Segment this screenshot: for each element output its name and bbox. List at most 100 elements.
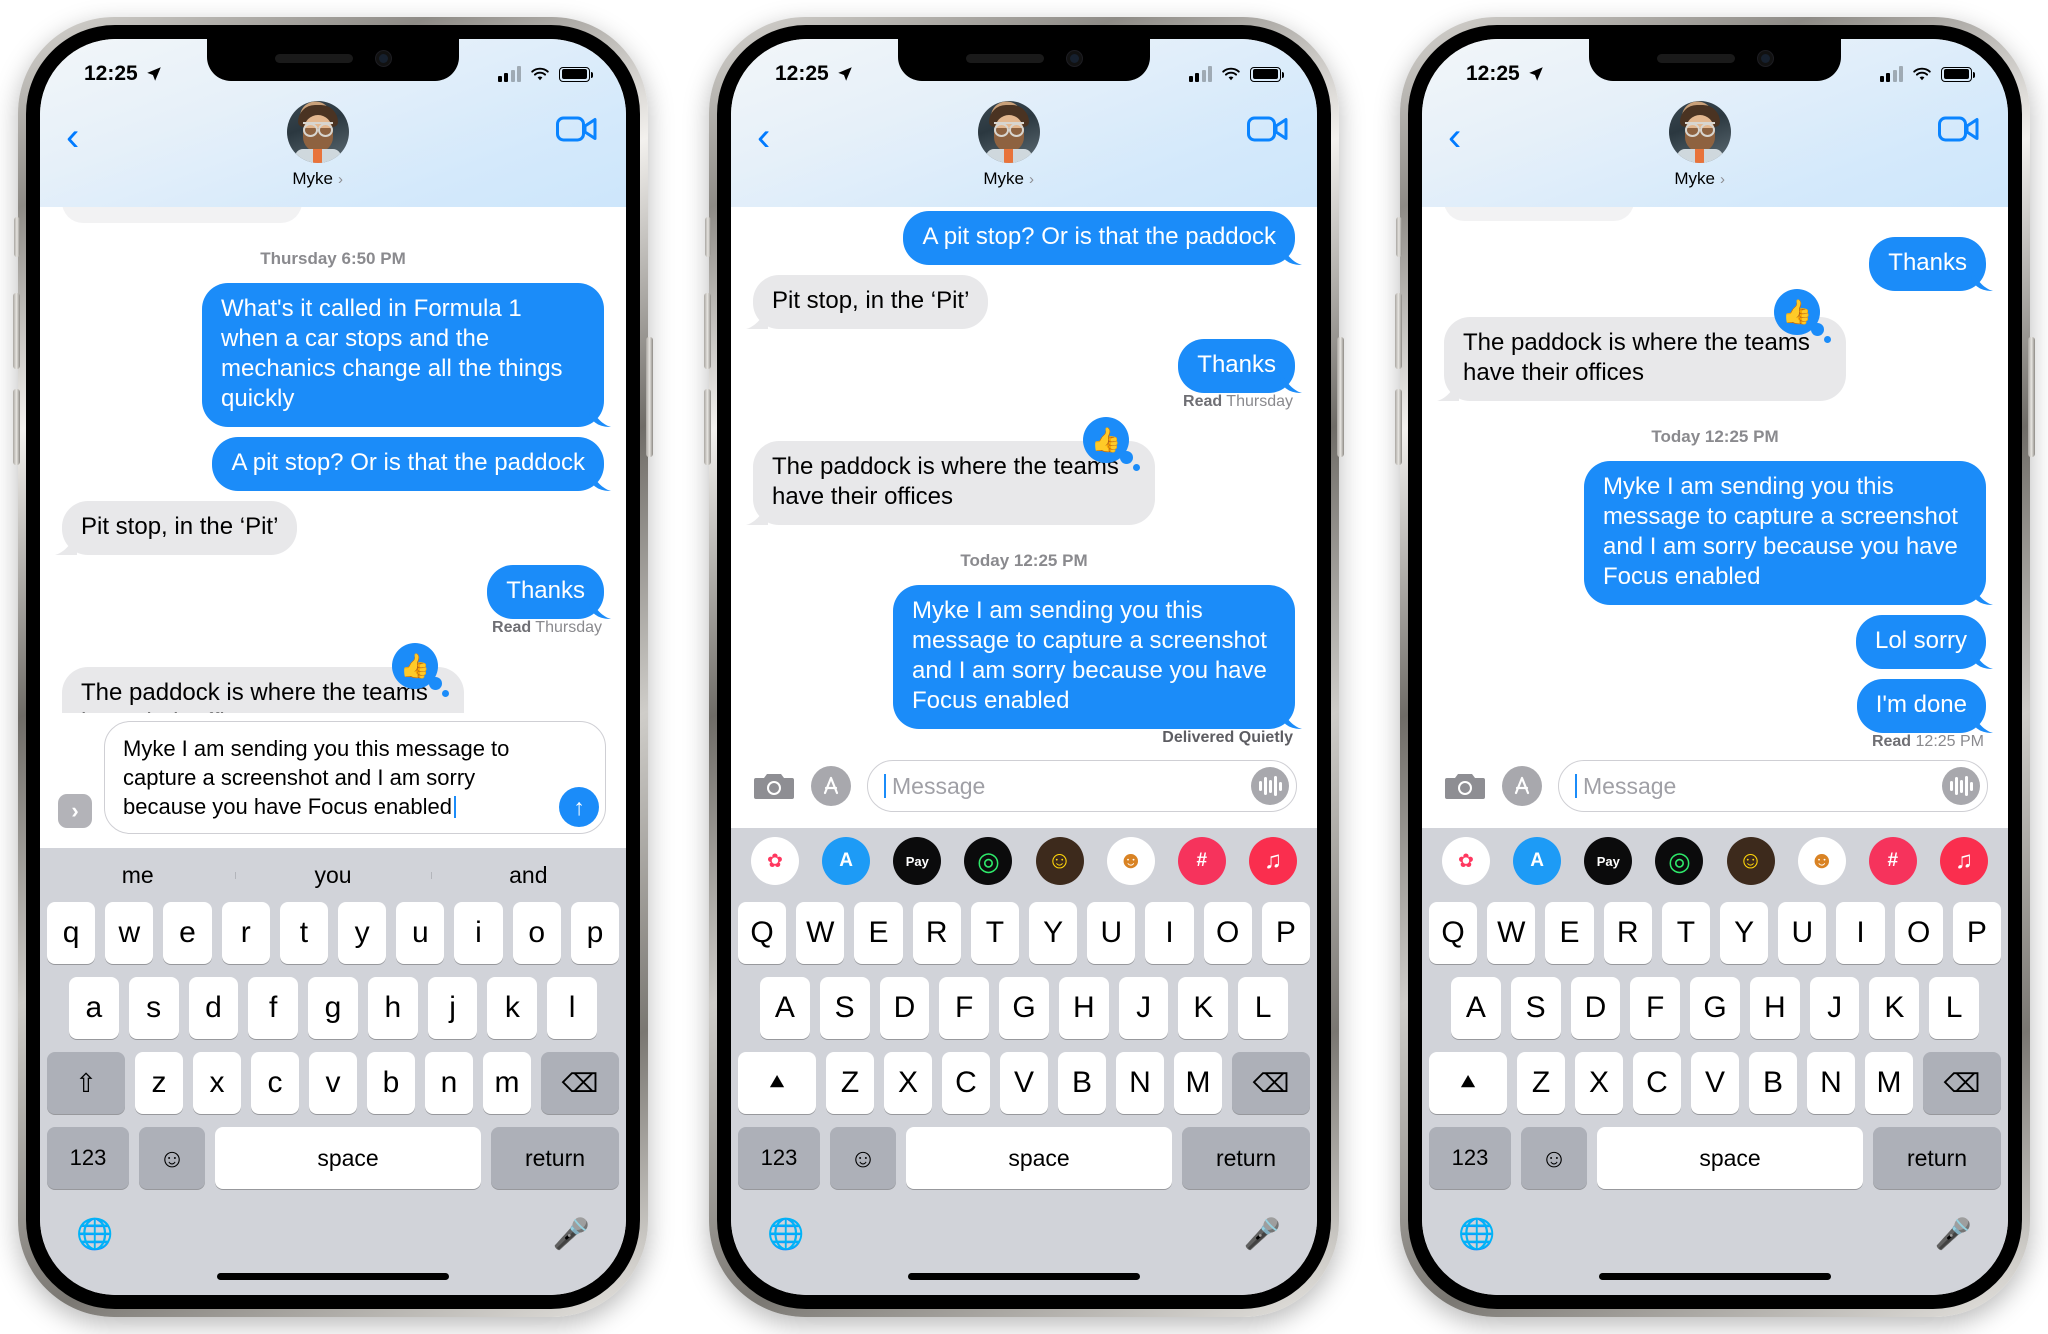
camera-icon[interactable]	[1444, 770, 1486, 802]
delete-backward-key[interactable]: ⌫	[1923, 1052, 2001, 1114]
memoji-stickers-app-icon[interactable]: ☻	[1797, 837, 1846, 885]
emoji-key[interactable]: ☺	[1521, 1127, 1587, 1189]
key-r[interactable]: R	[912, 902, 961, 964]
silent-switch[interactable]	[14, 217, 20, 257]
space-key[interactable]: space	[1597, 1127, 1863, 1189]
key-w[interactable]: W	[796, 902, 845, 964]
key-h[interactable]: H	[1058, 977, 1109, 1039]
home-indicator[interactable]	[908, 1273, 1140, 1280]
key-i[interactable]: i	[454, 902, 503, 964]
key-m[interactable]: M	[1174, 1052, 1222, 1114]
key-y[interactable]: Y	[1720, 902, 1769, 964]
key-a[interactable]: A	[1450, 977, 1501, 1039]
contact-name-row[interactable]: Myke ›	[983, 169, 1034, 189]
key-p[interactable]: P	[1261, 902, 1311, 964]
outgoing-bubble[interactable]: Myke I am sending you this message to ca…	[1584, 461, 1986, 605]
phone-1-conversation[interactable]: Thursday 6:50 PM What's it called in For…	[40, 207, 626, 713]
key-d[interactable]: D	[879, 977, 930, 1039]
globe-icon[interactable]: 🌐	[767, 1217, 804, 1252]
message-row[interactable]: Thanks	[62, 565, 604, 619]
key-z[interactable]: Z	[826, 1052, 874, 1114]
app-store-button[interactable]	[1502, 766, 1548, 806]
power-button[interactable]	[1337, 337, 1344, 457]
imessage-app-drawer[interactable]: ✿ A Pay ◎ ☺ ☻ # ♫	[1422, 828, 2008, 892]
shift-key[interactable]: ⯅	[738, 1052, 816, 1114]
key-r[interactable]: r	[221, 902, 270, 964]
message-row[interactable]: I'm done	[1444, 679, 1986, 733]
power-button[interactable]	[2028, 337, 2035, 457]
message-composer[interactable]: Message	[731, 750, 1317, 828]
volume-down-button[interactable]	[704, 389, 711, 465]
avatar[interactable]	[286, 101, 349, 163]
message-row[interactable]: The paddock is where the teams have thei…	[62, 643, 604, 713]
message-input[interactable]: Myke I am sending you this message to ca…	[104, 720, 606, 834]
contact-header[interactable]: Myke ›	[1668, 101, 1731, 189]
key-v[interactable]: V	[1000, 1052, 1048, 1114]
key-k[interactable]: K	[1869, 977, 1920, 1039]
key-s[interactable]: S	[1510, 977, 1561, 1039]
shift-key[interactable]: ⯅	[1429, 1052, 1507, 1114]
thumbs-up-reaction-icon[interactable]: 👍	[1083, 417, 1140, 471]
avatar[interactable]	[1668, 101, 1731, 163]
power-button[interactable]	[646, 337, 653, 457]
key-g[interactable]: g	[308, 977, 358, 1039]
key-f[interactable]: f	[248, 977, 299, 1039]
key-y[interactable]: Y	[1029, 902, 1078, 964]
shift-key[interactable]: ⇧	[47, 1052, 125, 1114]
key-g[interactable]: G	[999, 977, 1049, 1039]
volume-up-button[interactable]	[13, 293, 20, 369]
key-m[interactable]: m	[483, 1052, 531, 1114]
key-e[interactable]: e	[163, 902, 212, 964]
globe-icon[interactable]: 🌐	[76, 1217, 113, 1252]
message-row[interactable]: A pit stop? Or is that the paddock	[753, 211, 1295, 265]
key-y[interactable]: y	[338, 902, 387, 964]
software-keyboard[interactable]: me you and q w e r t y u i o p a s d f g…	[40, 848, 626, 1295]
key-u[interactable]: U	[1778, 902, 1827, 964]
numbers-key[interactable]: 123	[47, 1127, 129, 1189]
key-w[interactable]: w	[105, 902, 154, 964]
key-x[interactable]: X	[884, 1052, 932, 1114]
prediction-candidate[interactable]: you	[235, 862, 430, 889]
back-button[interactable]: ‹	[1448, 117, 1461, 157]
key-k[interactable]: K	[1178, 977, 1229, 1039]
key-l[interactable]: L	[1929, 977, 1980, 1039]
expand-apps-button[interactable]: ›	[58, 794, 92, 828]
key-p[interactable]: p	[570, 902, 620, 964]
app-store-app-icon[interactable]: A	[1513, 837, 1562, 885]
key-l[interactable]: L	[1238, 977, 1289, 1039]
incoming-bubble[interactable]: Pit stop, in the ‘Pit’	[62, 501, 298, 555]
software-keyboard[interactable]: Q W E R T Y U I O P A S D F G H J K L ⯅ …	[731, 892, 1317, 1295]
key-q[interactable]: q	[46, 902, 96, 964]
key-b[interactable]: B	[1058, 1052, 1106, 1114]
key-i[interactable]: I	[1145, 902, 1194, 964]
key-m[interactable]: M	[1865, 1052, 1913, 1114]
microphone-icon[interactable]: 🎤	[553, 1217, 590, 1252]
key-t[interactable]: T	[1661, 902, 1710, 964]
key-e[interactable]: E	[1545, 902, 1594, 964]
outgoing-bubble[interactable]: A pit stop? Or is that the paddock	[212, 437, 604, 491]
home-indicator[interactable]	[1599, 1273, 1831, 1280]
key-o[interactable]: o	[512, 902, 561, 964]
message-composer[interactable]: Message	[1422, 750, 2008, 828]
key-k[interactable]: k	[487, 977, 538, 1039]
outgoing-bubble[interactable]: A pit stop? Or is that the paddock	[903, 211, 1295, 265]
volume-down-button[interactable]	[1395, 389, 1402, 465]
key-n[interactable]: n	[425, 1052, 473, 1114]
key-f[interactable]: F	[1630, 977, 1681, 1039]
video-camera-icon[interactable]	[555, 115, 598, 143]
delete-backward-key[interactable]: ⌫	[541, 1052, 619, 1114]
microphone-icon[interactable]: 🎤	[1244, 1217, 1281, 1252]
key-t[interactable]: t	[279, 902, 328, 964]
thumbs-up-reaction-icon[interactable]: 👍	[1774, 289, 1831, 343]
volume-down-button[interactable]	[13, 389, 20, 465]
key-c[interactable]: C	[942, 1052, 990, 1114]
home-indicator[interactable]	[217, 1273, 449, 1280]
outgoing-bubble[interactable]: I'm done	[1856, 679, 1986, 733]
app-store-app-icon[interactable]: A	[822, 837, 871, 885]
prediction-candidate[interactable]: and	[430, 862, 626, 889]
apple-pay-app-icon[interactable]: Pay	[1584, 837, 1633, 885]
message-row[interactable]: Thanks	[1444, 237, 1986, 291]
key-s[interactable]: s	[128, 977, 179, 1039]
globe-icon[interactable]: 🌐	[1458, 1217, 1495, 1252]
message-row[interactable]: A pit stop? Or is that the paddock	[62, 437, 604, 491]
